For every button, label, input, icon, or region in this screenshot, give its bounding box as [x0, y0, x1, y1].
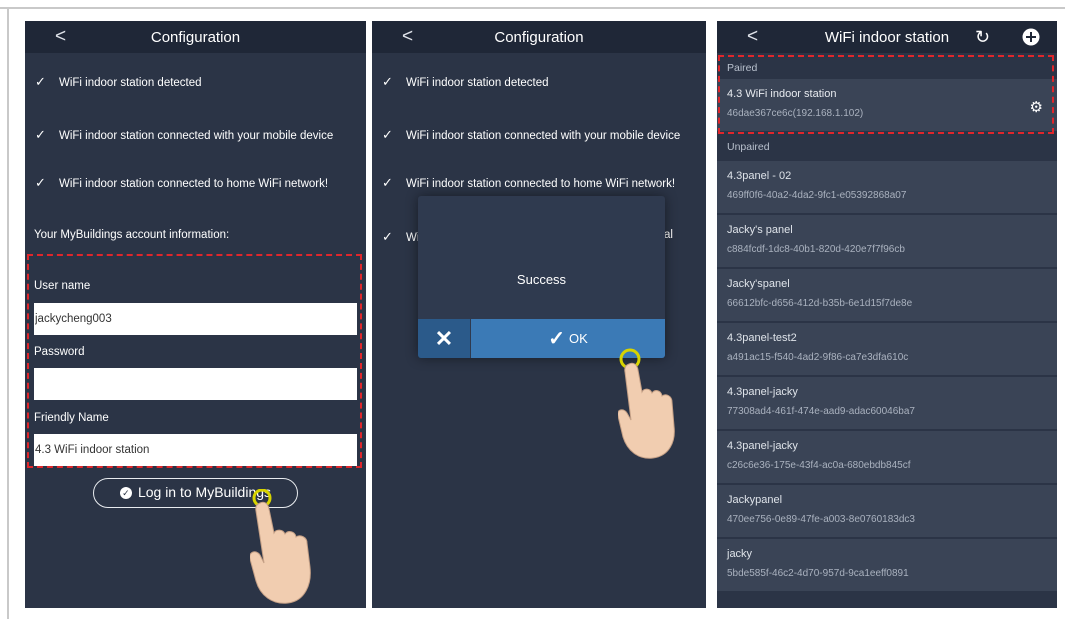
titlebar: < Configuration: [372, 21, 706, 53]
close-icon: ✕: [434, 326, 454, 351]
check-item-fourth-tail: al: [664, 229, 673, 241]
highlight-frame: [718, 55, 1054, 134]
check-item-mobile: ✓ WiFi indoor station connected with your…: [35, 127, 334, 142]
frame-top-border: [0, 7, 1065, 9]
checkmark-icon: ✓: [35, 74, 46, 89]
device-name: 4.3panel - 02: [727, 170, 792, 182]
page-title: Configuration: [150, 29, 241, 46]
password-label: Password: [34, 346, 85, 358]
password-field[interactable]: [34, 368, 357, 400]
device-id: 77308ad4-461f-474e-aad9-adac60046ba7: [727, 406, 915, 417]
refresh-icon[interactable]: ↻: [975, 27, 990, 48]
device-name: Jacky's panel: [727, 224, 793, 236]
checkmark-icon: ✓: [382, 175, 393, 190]
checkmark-icon: ✓: [382, 127, 393, 142]
device-id: 5bde585f-46c2-4d70-957d-9ca1eeff0891: [727, 568, 909, 579]
check-item-detected: ✓ WiFi indoor station detected: [35, 74, 202, 89]
dialog-message: Success: [516, 272, 567, 287]
device-name: 4.3panel-jacky: [727, 386, 798, 398]
device-name: 4.3panel-jacky: [727, 440, 798, 452]
configuration-screen-success: < Configuration ✓ WiFi indoor station det…: [372, 21, 706, 608]
friendly-name-label: Friendly Name: [34, 412, 109, 424]
username-label: User name: [34, 280, 91, 292]
hand-pointer-icon: [618, 348, 675, 459]
success-dialog: Success ✕ ✓ OK: [418, 196, 665, 358]
titlebar: < Configuration: [25, 21, 366, 53]
list-item[interactable]: 4.3panel-test2 a491ac15-f540-4ad2-9f86-c…: [717, 323, 1057, 376]
account-info-heading: Your MyBuildings account information:: [34, 229, 230, 241]
check-item-home-wifi: ✓ WiFi indoor station connected to home W…: [35, 175, 329, 190]
device-id: c26c6e36-175e-43f4-ac0a-680ebdb845cf: [727, 460, 911, 471]
checkmark-icon: ✓: [35, 175, 46, 190]
device-id: 469ff0f6-40a2-4da2-9fc1-e05392868a07: [727, 190, 907, 201]
device-id: 470ee756-0e89-47fe-a003-8e0760183dc3: [727, 514, 915, 525]
page-title: WiFi indoor station: [824, 29, 950, 46]
list-item[interactable]: jacky 5bde585f-46c2-4d70-957d-9ca1eeff08…: [717, 539, 1057, 592]
check-item-detected: ✓ WiFi indoor station detected: [382, 74, 549, 89]
list-item[interactable]: Jacky'spanel 66612bfc-d656-412d-b35b-6e1…: [717, 269, 1057, 322]
device-id: 66612bfc-d656-412d-b35b-6e1d15f7de8e: [727, 298, 913, 309]
device-name: Jackypanel: [727, 494, 783, 506]
list-item[interactable]: 4.3panel-jacky 77308ad4-461f-474e-aad9-a…: [717, 377, 1057, 430]
list-item[interactable]: Jacky's panel c884fcdf-1dc8-40b1-820d-42…: [717, 215, 1057, 268]
device-name: Jacky'spanel: [727, 278, 790, 290]
list-item[interactable]: 4.3panel-jacky c26c6e36-175e-43f4-ac0a-6…: [717, 431, 1057, 484]
device-id: c884fcdf-1dc8-40b1-820d-420e7f7f96cb: [727, 244, 905, 255]
page-title: Configuration: [494, 29, 584, 46]
check-item-fourth: ✓ Wi: [382, 229, 420, 244]
username-field[interactable]: [34, 303, 357, 335]
checkmark-icon: ✓: [35, 127, 46, 142]
list-item[interactable]: 4.3panel - 02 469ff0f6-40a2-4da2-9fc1-e0…: [717, 161, 1057, 214]
checkmark-icon: ✓: [382, 229, 393, 244]
check-item-mobile: ✓ WiFi indoor station connected with your…: [382, 127, 681, 142]
check-circle-icon: ✓: [119, 487, 132, 499]
list-item[interactable]: Jackypanel 470ee756-0e89-47fe-a003-8e076…: [717, 485, 1057, 538]
hand-pointer-icon: [250, 489, 311, 604]
wifi-indoor-station-list-screen: < WiFi indoor station ↻ Paired 4.3 WiFi …: [717, 21, 1057, 608]
device-name: jacky: [727, 548, 753, 560]
titlebar: < WiFi indoor station ↻: [717, 21, 1057, 53]
frame-left-border: [7, 7, 9, 619]
add-circle-icon[interactable]: [1022, 28, 1040, 46]
unpaired-section-header: Unpaired: [717, 136, 1057, 158]
checkmark-icon: ✓: [382, 74, 393, 89]
ok-check-icon: ✓: [548, 328, 565, 350]
configuration-screen-login: < Configuration ✓ WiFi indoor station det…: [25, 21, 366, 608]
friendly-name-field[interactable]: [34, 434, 357, 466]
check-item-home-wifi: ✓ WiFi indoor station connected to home W…: [382, 175, 676, 190]
device-id: a491ac15-f540-4ad2-9f86-ca7e3dfa610c: [727, 352, 909, 363]
device-name: 4.3panel-test2: [727, 332, 797, 344]
cancel-button[interactable]: ✕: [418, 319, 470, 358]
